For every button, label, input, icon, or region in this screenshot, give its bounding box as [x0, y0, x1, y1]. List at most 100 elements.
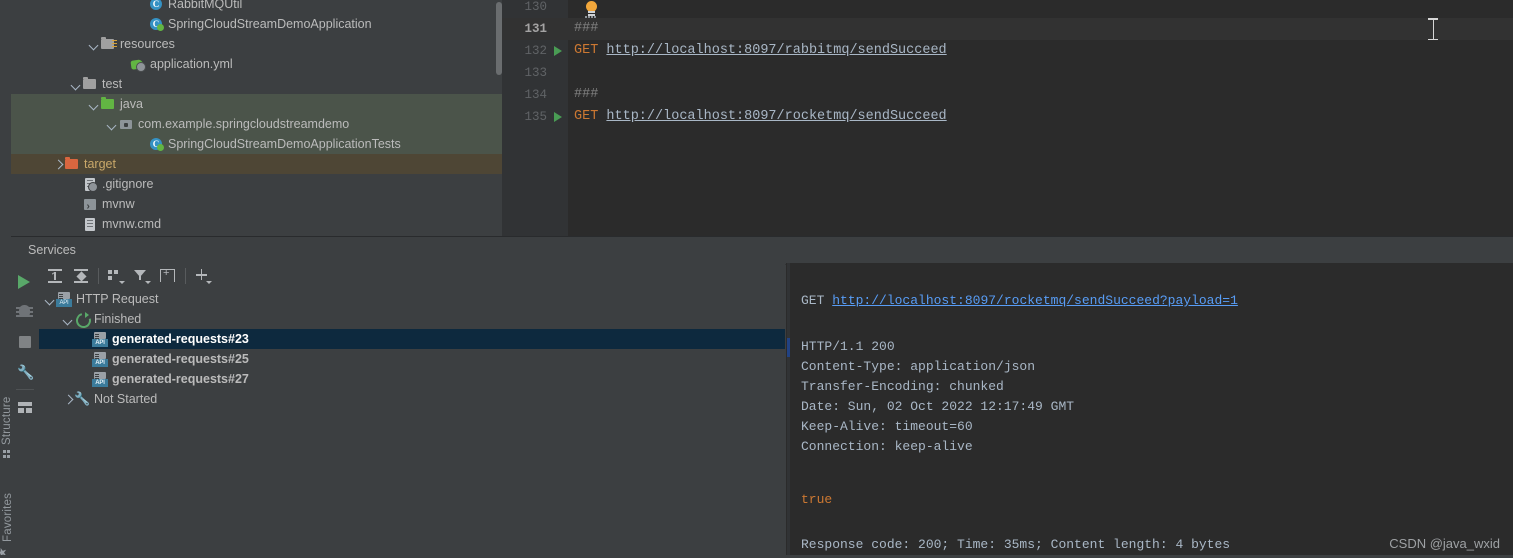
api-badge: API: [56, 299, 72, 307]
top-region: C RabbitMQUtil C SpringCloudStreamDemoAppli…: [0, 0, 1513, 236]
bulb-dropdown[interactable]: [585, 15, 598, 19]
line-number: 133: [524, 66, 547, 80]
project-tree-row[interactable]: com.example.springcloudstreamdemo: [11, 114, 502, 134]
filter-button[interactable]: [131, 267, 151, 285]
run-marker-icon: [157, 24, 164, 31]
editor-line[interactable]: 131 ###: [502, 18, 1513, 40]
project-tree-row-label: mvnw: [102, 197, 135, 211]
line-number: 131: [524, 22, 547, 36]
project-tree-row[interactable]: C SpringCloudStreamDemoApplicationTests: [11, 134, 502, 154]
expand-all-icon: [48, 269, 62, 283]
chevron-down-icon[interactable]: [107, 119, 118, 130]
code-token: ###: [574, 87, 599, 102]
java-class-icon: C: [148, 0, 164, 12]
code-text: ###: [574, 18, 598, 40]
services-tree-row-selected[interactable]: API generated-requests#23: [39, 329, 785, 349]
code-token[interactable]: http://localhost:8097/rocketmq/sendSucce…: [606, 109, 946, 124]
layout-button[interactable]: [16, 398, 34, 416]
request-window-glyph: [94, 352, 106, 359]
actions-divider: [16, 389, 34, 390]
services-window-title: Services: [28, 243, 76, 257]
project-tree-row[interactable]: java: [11, 94, 502, 114]
http-editor[interactable]: 130 131 ### 132 GET http://localhost:8097/ra…: [502, 0, 1513, 236]
line-number: 130: [524, 0, 547, 14]
request-url[interactable]: http://localhost:8097/rocketmq/sendSucce…: [832, 293, 1238, 308]
chevron-down-icon[interactable]: [71, 79, 82, 90]
bug-icon: [16, 305, 33, 317]
response-header-line: Content-Type: application/json: [801, 359, 1036, 374]
services-tree-row[interactable]: Finished: [39, 309, 785, 329]
chevron-down-icon[interactable]: [45, 294, 56, 305]
run-button[interactable]: [16, 273, 34, 291]
shell-script-icon: [82, 196, 98, 217]
editor-line[interactable]: 130: [502, 0, 1513, 18]
project-tree-row[interactable]: mvnw: [11, 194, 502, 217]
watermark-text: CSDN @java_wxid: [1389, 536, 1500, 551]
folder-icon: [83, 77, 96, 89]
collapse-all-button[interactable]: [71, 267, 91, 285]
editor-line[interactable]: 133: [502, 62, 1513, 84]
add-tab-button[interactable]: [157, 267, 177, 285]
project-tree-panel[interactable]: C RabbitMQUtil C SpringCloudStreamDemoAppli…: [11, 0, 502, 236]
services-tree-row[interactable]: API generated-requests#25: [39, 349, 785, 369]
editor-line[interactable]: 134 ###: [502, 84, 1513, 106]
intention-bulb-icon[interactable]: [584, 1, 599, 18]
project-tree-row[interactable]: C SpringCloudStreamDemoApplication: [11, 14, 502, 34]
java-class-icon: C: [150, 0, 162, 10]
chevron-down-icon: [206, 281, 212, 284]
services-tree[interactable]: API HTTP Request Finished API generated-requ…: [39, 289, 785, 557]
chevron-down-icon[interactable]: [63, 314, 74, 325]
code-token[interactable]: http://localhost:8097/rabbitmq/sendSucce…: [606, 43, 946, 58]
editor-line[interactable]: 132 GET http://localhost:8097/rabbitmq/se…: [502, 40, 1513, 62]
project-tree-row[interactable]: target: [11, 154, 502, 174]
spring-boot-class-icon: C: [148, 16, 164, 32]
response-header-line: Date: Sun, 02 Oct 2022 12:17:49 GMT: [801, 399, 1075, 414]
spring-config-badge-icon: [136, 62, 146, 72]
run-request-icon[interactable]: [554, 46, 562, 56]
run-request-icon[interactable]: [554, 112, 562, 122]
chevron-right-icon[interactable]: [53, 159, 64, 170]
chevron-down-icon[interactable]: [89, 39, 100, 50]
line-number: 134: [524, 88, 547, 102]
resources-folder-icon: [100, 36, 117, 52]
code-text: ###: [574, 84, 598, 106]
wrench-icon: 🔧: [17, 364, 35, 380]
gitignore-file-icon: [82, 176, 98, 192]
editor-line[interactable]: 135 GET http://localhost:8097/rocketmq/se…: [502, 106, 1513, 128]
expand-all-button[interactable]: [45, 267, 65, 285]
chevron-right-icon[interactable]: [63, 394, 74, 405]
toolbar-divider-2: [185, 268, 186, 284]
filter-icon: [134, 270, 146, 281]
response-viewer[interactable]: GET http://localhost:8097/rocketmq/sendS…: [786, 263, 1513, 557]
toolbar-divider-1: [98, 268, 99, 284]
response-header-line: Keep-Alive: timeout=60: [801, 419, 973, 434]
project-tree-row[interactable]: resources: [11, 34, 502, 54]
left-tool-strip: Structure Favorites: [0, 236, 14, 557]
line-number: 132: [524, 44, 547, 58]
response-gutter: [787, 263, 790, 557]
services-tree-row[interactable]: 🔧 Not Started: [39, 389, 785, 409]
services-tree-row-label: generated-requests#27: [112, 372, 249, 386]
debug-button[interactable]: [16, 303, 34, 321]
services-tree-row-label: HTTP Request: [76, 292, 159, 306]
chevron-down-icon[interactable]: [89, 99, 100, 110]
project-tree-row[interactable]: test: [11, 74, 502, 94]
project-tree-row[interactable]: C RabbitMQUtil: [11, 0, 502, 14]
services-tree-row[interactable]: API HTTP Request: [39, 289, 785, 309]
project-tree-row[interactable]: mvnw.cmd: [11, 214, 502, 234]
stop-button[interactable]: [16, 333, 34, 351]
project-tree-row[interactable]: .gitignore: [11, 174, 502, 194]
services-tree-row[interactable]: API generated-requests#27: [39, 369, 785, 389]
add-service-button[interactable]: [192, 267, 212, 285]
project-tree-row-label: com.example.springcloudstreamdemo: [138, 117, 350, 131]
project-tree-row-label: SpringCloudStreamDemoApplicationTests: [168, 137, 401, 151]
settings-button[interactable]: 🔧: [16, 363, 34, 381]
services-tree-row-label: generated-requests#23: [112, 332, 249, 346]
project-tree-row[interactable]: application.yml: [11, 54, 502, 74]
group-by-button[interactable]: [105, 267, 125, 285]
